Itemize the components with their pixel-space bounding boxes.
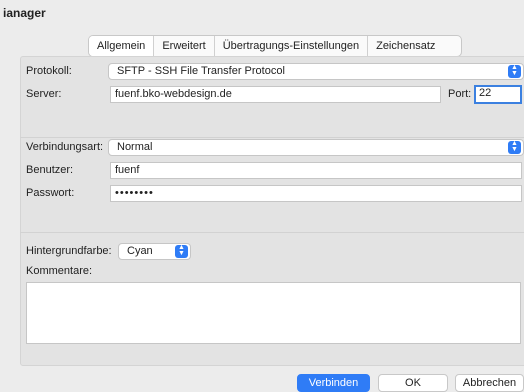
divider bbox=[20, 137, 524, 138]
chevron-updown-icon: ▲ ▼ bbox=[175, 244, 188, 258]
protokoll-label: Protokoll: bbox=[26, 65, 72, 77]
port-label: Port: bbox=[448, 88, 472, 100]
hintergrundfarbe-value: Cyan bbox=[127, 245, 153, 257]
chevron-updown-icon: ▲ ▼ bbox=[508, 140, 521, 154]
verbindungsart-label: Verbindungsart: bbox=[26, 141, 104, 153]
tab-erweitert[interactable]: Erweitert bbox=[154, 36, 215, 56]
hintergrundfarbe-label: Hintergrundfarbe: bbox=[26, 245, 112, 257]
passwort-label: Passwort: bbox=[26, 187, 75, 199]
protokoll-value: SFTP - SSH File Transfer Protocol bbox=[117, 65, 285, 77]
divider bbox=[20, 232, 524, 233]
window-title: ianager bbox=[0, 0, 524, 26]
tab-zeichensatz[interactable]: Zeichensatz bbox=[368, 36, 461, 56]
hintergrundfarbe-select[interactable]: Cyan ▲ ▼ bbox=[118, 243, 191, 260]
ok-button[interactable]: OK bbox=[378, 374, 448, 392]
port-input[interactable]: 22 bbox=[474, 85, 522, 104]
protokoll-select[interactable]: SFTP - SSH File Transfer Protocol ▲ ▼ bbox=[108, 63, 524, 80]
verbindungsart-value: Normal bbox=[117, 141, 153, 153]
benutzer-input[interactable]: fuenf bbox=[110, 162, 522, 179]
tab-uebertragungs-einstellungen[interactable]: Übertragungs-Einstellungen bbox=[215, 36, 369, 56]
verbinden-button[interactable]: Verbinden bbox=[297, 374, 370, 392]
chevron-updown-icon: ▲ ▼ bbox=[508, 64, 521, 78]
server-label: Server: bbox=[26, 88, 62, 100]
passwort-input[interactable]: •••••••• bbox=[110, 185, 522, 202]
server-input[interactable]: fuenf.bko-webdesign.de bbox=[110, 86, 441, 103]
tab-bar: Allgemein Erweitert Übertragungs-Einstel… bbox=[88, 35, 463, 57]
verbindungsart-select[interactable]: Normal ▲ ▼ bbox=[108, 139, 524, 156]
tab-allgemein[interactable]: Allgemein bbox=[89, 36, 155, 56]
abbrechen-button[interactable]: Abbrechen bbox=[455, 374, 524, 392]
benutzer-label: Benutzer: bbox=[26, 164, 74, 176]
kommentare-label: Kommentare: bbox=[26, 265, 93, 277]
kommentare-textarea[interactable] bbox=[26, 282, 521, 344]
